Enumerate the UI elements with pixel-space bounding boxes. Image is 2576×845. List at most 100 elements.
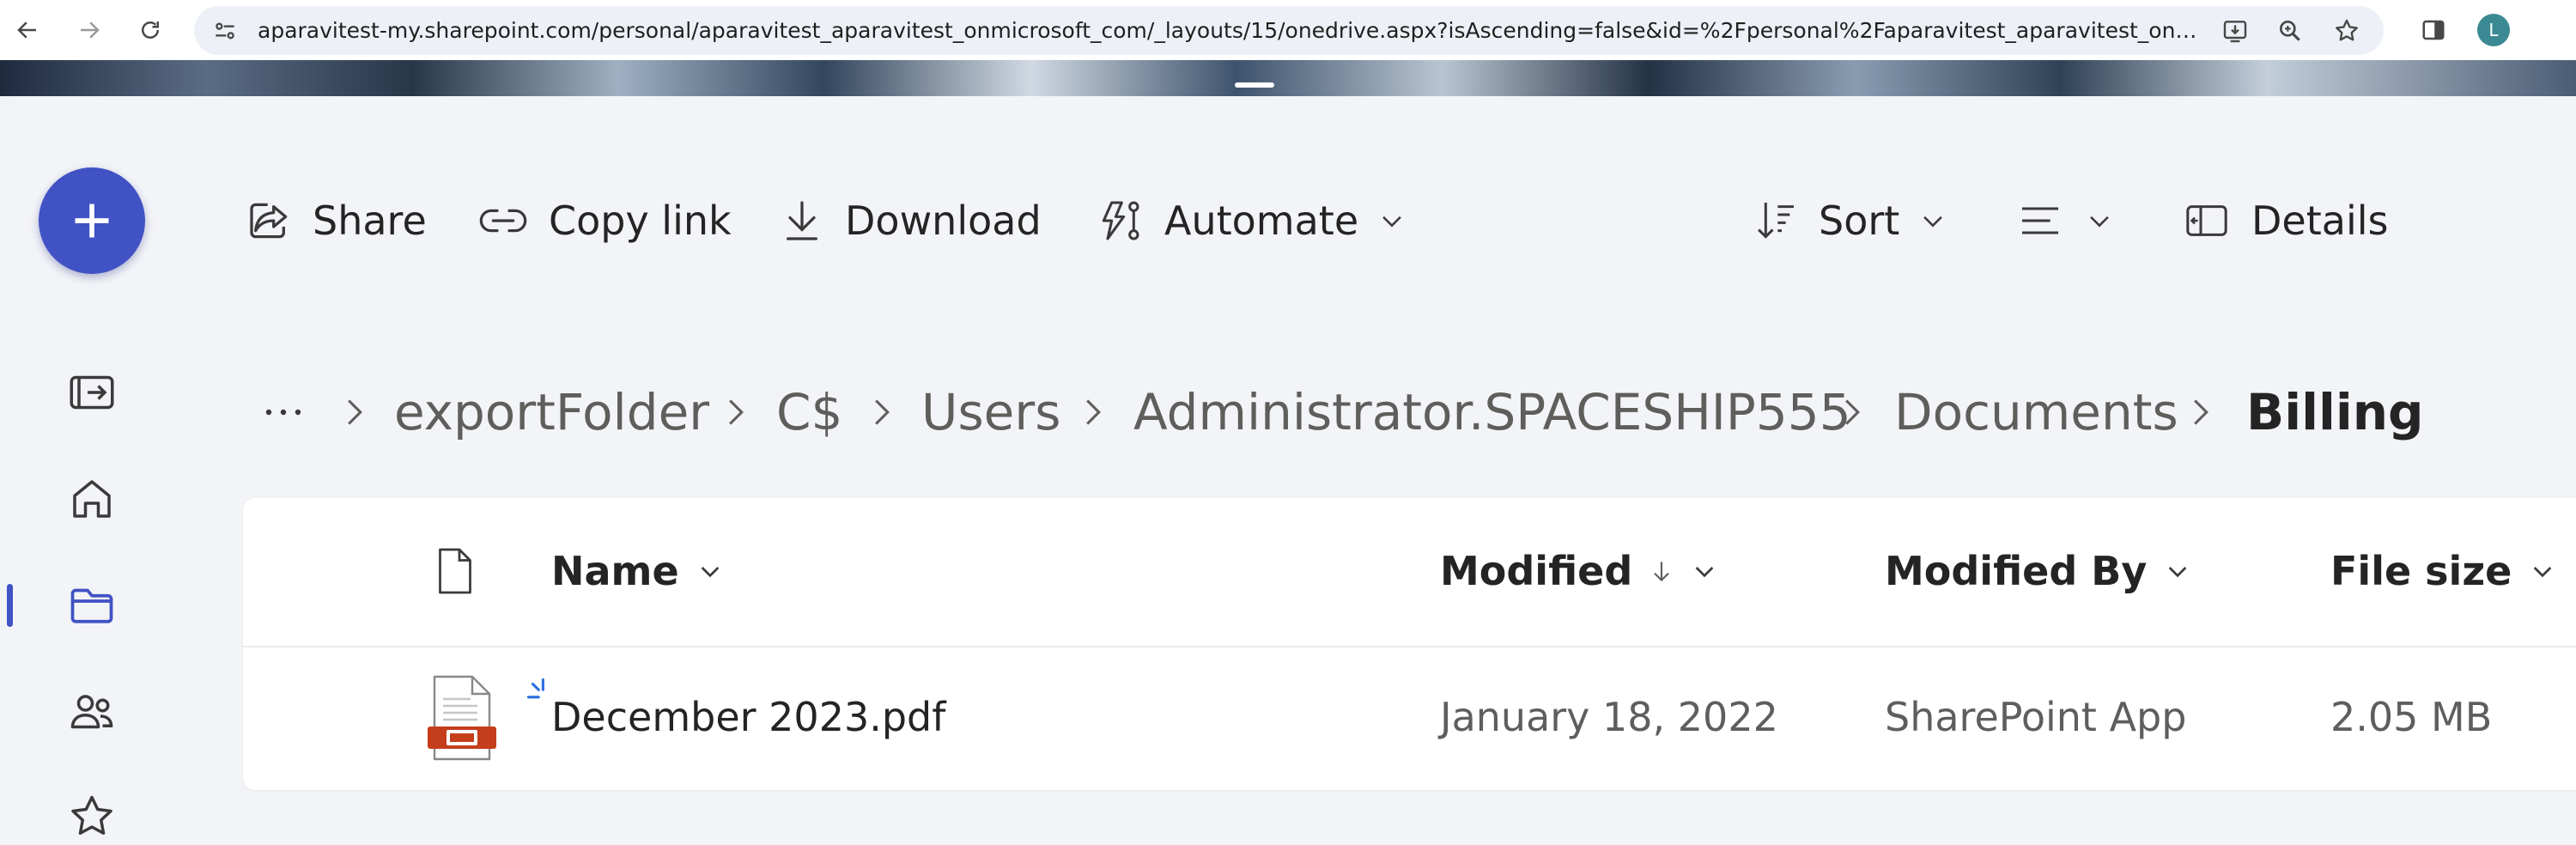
download-label: Download (845, 198, 1042, 244)
file-type-column-header[interactable] (433, 541, 477, 601)
chevron-right-icon (1845, 399, 1860, 425)
breadcrumb-separator (723, 397, 749, 428)
file-modified-by[interactable]: SharePoint App (1885, 687, 2186, 747)
breadcrumb-separator (1080, 397, 1106, 428)
view-options-button[interactable] (2014, 191, 2114, 251)
zoom-icon (2280, 20, 2300, 41)
sort-descending-arrow-icon (1654, 562, 1670, 582)
link-icon (479, 209, 527, 233)
banner-resize-handle[interactable] (1235, 82, 1274, 88)
install-app-icon (2223, 21, 2247, 43)
forward-button[interactable] (70, 11, 108, 49)
breadcrumb-item[interactable]: Administrator.SPACESHIP555 (1133, 378, 1851, 447)
chevron-down-icon (1923, 216, 1943, 228)
file-name[interactable]: December 2023.pdf (551, 687, 945, 747)
breadcrumb-item[interactable]: C$ (776, 378, 842, 447)
home-icon (73, 480, 111, 518)
chevron-right-icon (348, 399, 362, 425)
automate-label: Automate (1164, 198, 1359, 244)
sort-label: Sort (1819, 198, 1900, 244)
file-type-icon (439, 548, 471, 594)
sort-button[interactable]: Sort (1752, 191, 1947, 251)
modified-by-column-header[interactable]: Modified By (1885, 541, 2191, 601)
avatar: L (2477, 14, 2510, 46)
breadcrumb-overflow-button[interactable] (262, 397, 305, 428)
download-button[interactable]: Download (778, 191, 1042, 251)
create-new-button[interactable] (39, 167, 145, 274)
breadcrumb-separator (342, 397, 368, 428)
modified-column-label: Modified (1440, 548, 1633, 594)
share-button[interactable]: Share (246, 191, 427, 251)
forward-icon (81, 21, 100, 39)
nav-pane-toggle[interactable] (64, 364, 120, 421)
reload-icon (142, 21, 159, 39)
plus-icon (75, 204, 109, 238)
chevron-right-icon (729, 399, 744, 425)
copy-link-label: Copy link (549, 198, 732, 244)
automate-icon (1102, 201, 1139, 240)
address-bar[interactable]: aparavitest-my.sharepoint.com/personal/a… (194, 6, 2384, 55)
chevron-down-icon (1382, 216, 1401, 228)
active-nav-indicator (7, 584, 13, 627)
share-label: Share (313, 198, 427, 244)
back-button[interactable] (9, 11, 46, 49)
name-column-header[interactable]: Name (551, 541, 724, 601)
reload-button[interactable] (131, 11, 169, 49)
bookmark-button[interactable] (2332, 16, 2361, 46)
favorites-star-icon (71, 795, 112, 835)
chevron-down-icon (2090, 216, 2109, 228)
pdf-icon (428, 675, 496, 761)
copy-link-button[interactable]: Copy link (477, 191, 732, 251)
pane-toggle-icon (70, 375, 114, 410)
share-icon (250, 203, 288, 239)
new-file-sparkle-icon (526, 678, 544, 699)
browser-toolbar: aparavitest-my.sharepoint.com/personal/a… (0, 0, 2576, 61)
profile-button[interactable]: L (2475, 11, 2512, 49)
name-column-label: Name (551, 548, 679, 594)
breadcrumb-separator (869, 397, 895, 428)
nav-my-files[interactable] (64, 577, 120, 634)
modified-column-header[interactable]: Modified (1440, 541, 1718, 601)
breadcrumb-separator (1839, 397, 1865, 428)
file-size-column-label: File size (2330, 548, 2512, 594)
details-label: Details (2251, 198, 2389, 244)
chevron-down-icon (2534, 567, 2552, 578)
side-panel-icon (2422, 20, 2445, 40)
chevron-right-icon (1086, 399, 1101, 425)
people-icon (70, 695, 113, 729)
header-banner-image (0, 60, 2576, 96)
chevron-down-icon (701, 567, 719, 578)
nav-shared[interactable] (64, 684, 120, 740)
details-button[interactable]: Details (2181, 191, 2388, 251)
breadcrumb-current: Billing (2246, 383, 2424, 441)
breadcrumb-separator (2188, 397, 2214, 428)
more-icon (265, 409, 301, 416)
side-panel-button[interactable] (2415, 11, 2452, 49)
zoom-button[interactable] (2275, 16, 2305, 46)
header-row-divider (243, 646, 2576, 647)
bookmark-star-icon (2336, 19, 2358, 41)
site-info-icon[interactable] (211, 17, 239, 45)
breadcrumb-item[interactable]: Users (921, 378, 1060, 447)
back-icon (17, 21, 36, 39)
details-pane-icon (2186, 205, 2227, 236)
file-size: 2.05 MB (2330, 694, 2493, 740)
modified-by-column-label: Modified By (1885, 548, 2148, 594)
file-modified-date: January 18, 2022 (1440, 694, 1778, 740)
chevron-right-icon (875, 399, 890, 425)
view-options-icon (2022, 207, 2058, 234)
automate-button[interactable]: Automate (1094, 191, 1406, 251)
download-icon (787, 201, 817, 240)
url-text[interactable]: aparavitest-my.sharepoint.com/personal/a… (258, 6, 2215, 55)
chevron-down-icon (2169, 567, 2187, 578)
chevron-down-icon (1696, 567, 1714, 578)
chevron-right-icon (2194, 399, 2208, 425)
sort-icon (1758, 203, 1794, 239)
install-app-button[interactable] (2221, 16, 2250, 46)
nav-home[interactable] (64, 471, 120, 527)
file-size-column-header[interactable]: File size (2330, 541, 2556, 601)
breadcrumb-item[interactable]: exportFolder (394, 378, 709, 447)
breadcrumb-item[interactable]: Documents (1894, 378, 2178, 447)
folder-icon (70, 588, 113, 623)
nav-favorites[interactable] (64, 788, 120, 845)
